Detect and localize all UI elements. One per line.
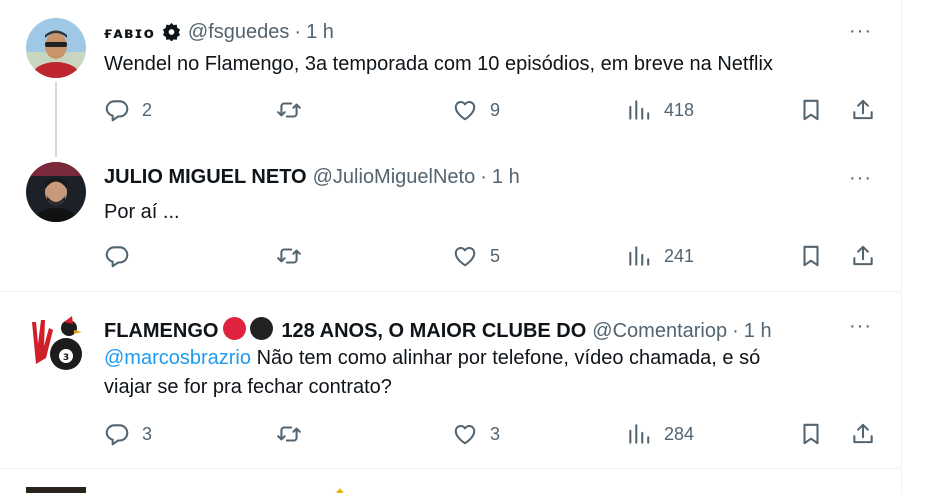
user-handle[interactable]: @fsguedes [188, 21, 289, 44]
avatar[interactable]: 3 [26, 314, 86, 374]
share-button[interactable] [850, 243, 876, 269]
views-button[interactable]: 284 [626, 421, 694, 447]
bookmark-icon [803, 99, 819, 121]
thread-line [55, 82, 57, 157]
share-icon [853, 99, 873, 120]
tweet-header: ғᴀʙɪᴏ @fsguedes · 1 h [104, 19, 334, 44]
reply-button[interactable]: 2 [104, 97, 152, 123]
svg-text:3: 3 [63, 353, 69, 363]
bookmark-icon [803, 423, 819, 445]
tweet-text-line1: @marcosbrazrio Não tem como alinhar por … [104, 344, 760, 373]
reply-button[interactable]: 3 [104, 421, 152, 447]
like-count: 5 [490, 245, 501, 266]
timestamp[interactable]: 1 h [492, 166, 520, 189]
tweet-text: @marcosbrazrio Não tem como alinhar por … [104, 344, 760, 402]
views-icon [629, 424, 650, 444]
more-options-icon[interactable]: ··· [849, 20, 872, 43]
tweet-actions: 5 241 [104, 243, 884, 273]
timestamp[interactable]: 1 h [306, 21, 334, 44]
reply-count: 2 [142, 99, 153, 120]
reply-icon [105, 424, 129, 446]
tweet-text: Por aí ... [104, 201, 180, 223]
heart-icon [454, 424, 476, 445]
retweet-icon [277, 426, 301, 442]
retweet-button[interactable] [276, 97, 302, 123]
bookmark-icon [803, 245, 819, 267]
black-circle-icon [250, 317, 274, 340]
tweet-partial[interactable]: ✦ [0, 469, 902, 493]
like-count: 9 [490, 99, 501, 120]
tweet-actions: 2 9 418 [104, 97, 884, 127]
display-name-part2[interactable]: 128 ANOS, O MAIOR CLUBE DO [281, 320, 586, 343]
bookmark-button[interactable] [798, 97, 824, 123]
heart-icon [454, 100, 476, 121]
views-icon [629, 246, 650, 266]
more-options-icon[interactable]: ··· [849, 167, 872, 190]
more-options-icon[interactable]: ··· [849, 315, 872, 338]
bookmark-button[interactable] [798, 421, 824, 447]
verified-badge-icon [162, 22, 181, 42]
tweet-text: Wendel no Flamengo, 3a temporada com 10 … [104, 53, 773, 75]
display-name[interactable]: ғᴀʙɪᴏ [104, 24, 155, 42]
separator-dot: · [294, 21, 302, 43]
user-handle[interactable]: @Comentariop [592, 320, 727, 343]
tweet-text-segment: Não tem como alinhar por telefone, vídeo… [251, 347, 761, 369]
views-icon [629, 100, 650, 120]
views-button[interactable]: 241 [626, 243, 694, 269]
avatar[interactable] [26, 162, 86, 222]
retweet-icon [277, 248, 301, 264]
display-name[interactable]: JULIO MIGUEL NETO [104, 166, 307, 189]
retweet-button[interactable] [276, 421, 302, 447]
user-handle[interactable]: @JulioMiguelNeto [313, 166, 476, 189]
share-button[interactable] [850, 97, 876, 123]
heart-icon [454, 246, 476, 267]
display-name-part1[interactable]: FLAMENGO [104, 320, 218, 343]
tweet[interactable]: JULIO MIGUEL NETO @JulioMiguelNeto · 1 h… [0, 150, 902, 290]
mention-link[interactable]: @marcosbrazrio [104, 347, 251, 369]
bookmark-button[interactable] [798, 243, 824, 269]
like-button[interactable]: 5 [452, 243, 500, 269]
tweet-actions: 3 3 284 [104, 421, 884, 451]
timestamp[interactable]: 1 h [744, 320, 772, 343]
share-icon [853, 245, 873, 266]
view-count: 241 [664, 245, 695, 266]
avatar[interactable] [26, 18, 86, 78]
like-button[interactable]: 9 [452, 97, 500, 123]
retweet-button[interactable] [276, 243, 302, 269]
avatar[interactable] [26, 487, 86, 493]
view-count: 284 [664, 423, 695, 444]
tweet[interactable]: ғᴀʙɪᴏ @fsguedes · 1 h ··· Wendel no Flam… [0, 0, 902, 157]
reply-icon [105, 246, 129, 268]
share-button[interactable] [850, 421, 876, 447]
separator-dot: · [732, 320, 739, 342]
reply-button[interactable] [104, 243, 142, 269]
like-count: 3 [490, 423, 501, 444]
timeline-column: ғᴀʙɪᴏ @fsguedes · 1 h ··· Wendel no Flam… [0, 0, 902, 493]
separator-dot: · [480, 166, 487, 188]
views-button[interactable]: 418 [626, 97, 694, 123]
red-circle-icon [223, 317, 247, 340]
tweet-header: FLAMENGO 128 ANOS, O MAIOR CLUBE DO @Com… [104, 314, 772, 343]
tweet-text-line2: viajar se for pra fechar contrato? [104, 376, 392, 398]
like-button[interactable]: 3 [452, 421, 500, 447]
sparkle-icon: ✦ [334, 484, 346, 493]
view-count: 418 [664, 99, 695, 120]
tweet[interactable]: 3 FLAMENGO 128 ANOS, O MAIOR CLUBE DO @C… [0, 292, 902, 468]
tweet-header: JULIO MIGUEL NETO @JulioMiguelNeto · 1 h [104, 166, 520, 189]
share-icon [853, 423, 873, 444]
reply-count: 3 [142, 423, 153, 444]
reply-icon [105, 100, 129, 122]
retweet-icon [277, 102, 301, 118]
